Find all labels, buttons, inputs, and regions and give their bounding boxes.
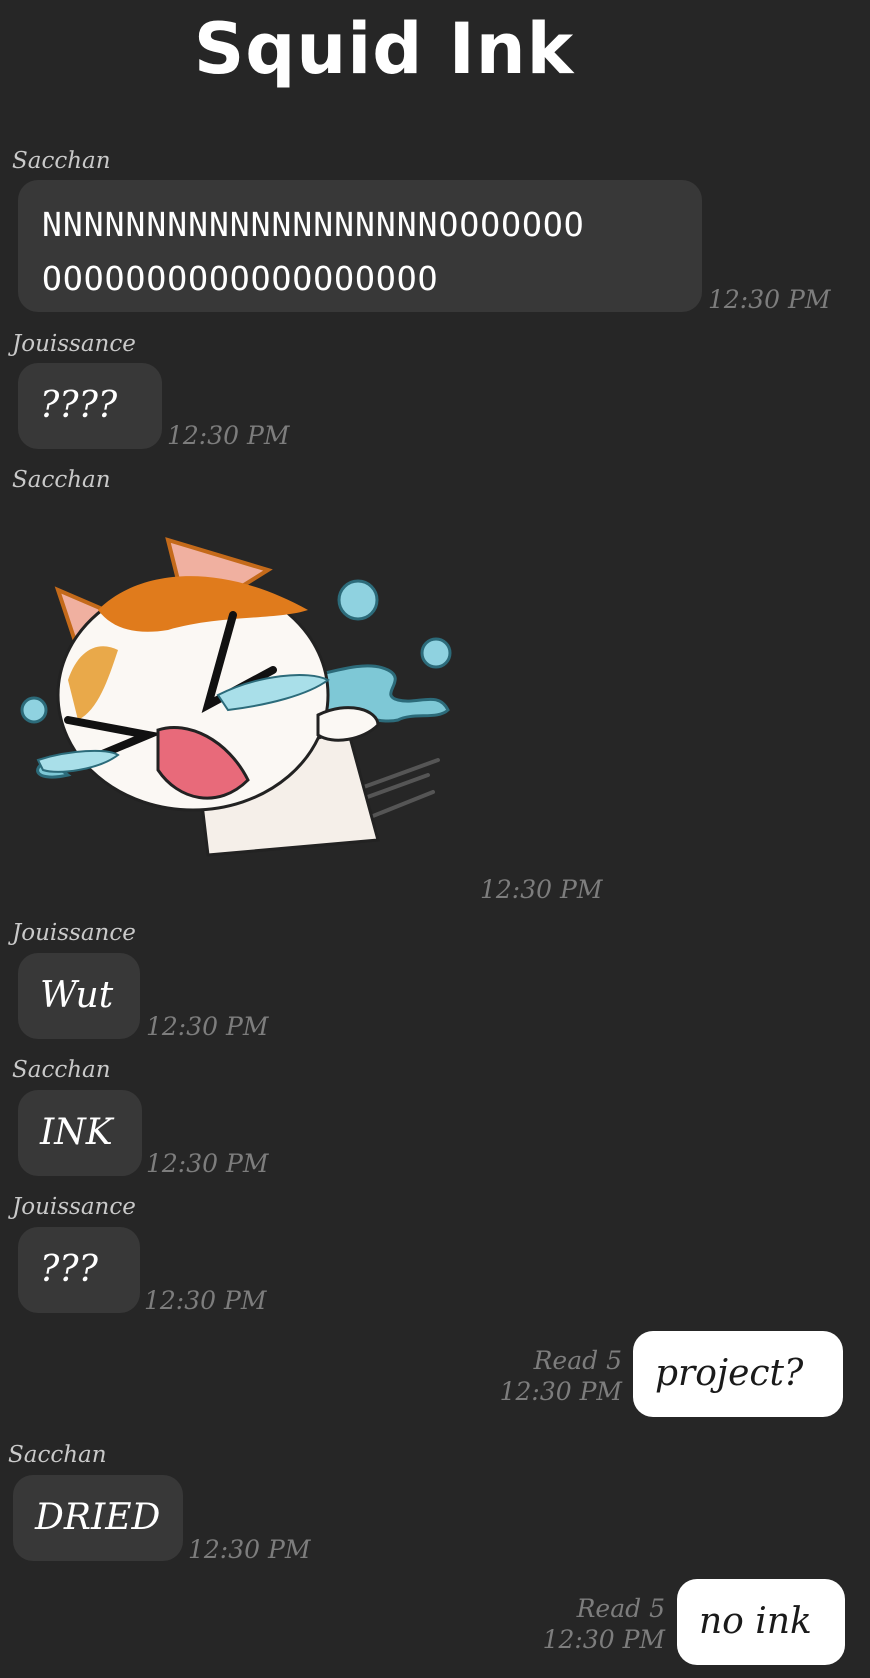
sender-name: Jouissance <box>12 920 136 946</box>
message-bubble-outgoing[interactable]: project? <box>633 1331 843 1417</box>
message-bubble-outgoing[interactable]: no ink <box>677 1579 845 1665</box>
message-timestamp: 12:30 PM <box>146 1149 269 1178</box>
message-text: Wut <box>40 975 114 1016</box>
sender-name: Sacchan <box>12 148 111 174</box>
message-bubble[interactable]: INK <box>18 1090 142 1176</box>
message-bubble[interactable]: ??? <box>18 1227 140 1313</box>
message-bubble[interactable]: NNNNNNNNNNNNNNNNNNNOOOOOOO OOOOOOOOOOOOO… <box>18 180 702 312</box>
sender-name: Sacchan <box>12 1057 111 1083</box>
message-text: INK <box>40 1112 113 1153</box>
message-text: ??? <box>40 1249 98 1290</box>
message-timestamp: 12:30 PM <box>146 1012 269 1041</box>
message-bubble[interactable]: ???? <box>18 363 162 449</box>
message-timestamp: 12:30 PM <box>144 1286 267 1315</box>
message-timestamp: 12:30 PM <box>708 285 831 314</box>
message-text: no ink <box>699 1601 812 1642</box>
message-timestamp: 12:30 PM <box>542 1625 665 1654</box>
message-text: DRIED <box>35 1497 161 1538</box>
crying-cat-sticker[interactable] <box>18 520 468 890</box>
read-status: Read 5 12:30 PM <box>500 1345 622 1407</box>
chat-title: Squid Ink <box>193 8 575 90</box>
sender-name: Sacchan <box>12 467 111 493</box>
message-timestamp: 12:30 PM <box>188 1535 311 1564</box>
message-text: OOOOOOOOOOOOOOOOOOO <box>42 259 439 298</box>
message-bubble[interactable]: Wut <box>18 953 140 1039</box>
message-text: NNNNNNNNNNNNNNNNNNNOOOOOOO <box>42 205 585 244</box>
read-receipt: Read 5 <box>533 1346 622 1375</box>
message-timestamp: 12:30 PM <box>480 875 603 904</box>
message-text: project? <box>655 1353 804 1394</box>
read-status: Read 5 12:30 PM <box>543 1593 665 1655</box>
read-receipt: Read 5 <box>576 1594 665 1623</box>
message-text: ???? <box>40 385 118 426</box>
sender-name: Jouissance <box>12 331 136 357</box>
message-timestamp: 12:30 PM <box>167 421 290 450</box>
message-bubble[interactable]: DRIED <box>13 1475 183 1561</box>
sender-name: Jouissance <box>12 1194 136 1220</box>
sender-name: Sacchan <box>8 1442 107 1468</box>
message-timestamp: 12:30 PM <box>499 1377 622 1406</box>
